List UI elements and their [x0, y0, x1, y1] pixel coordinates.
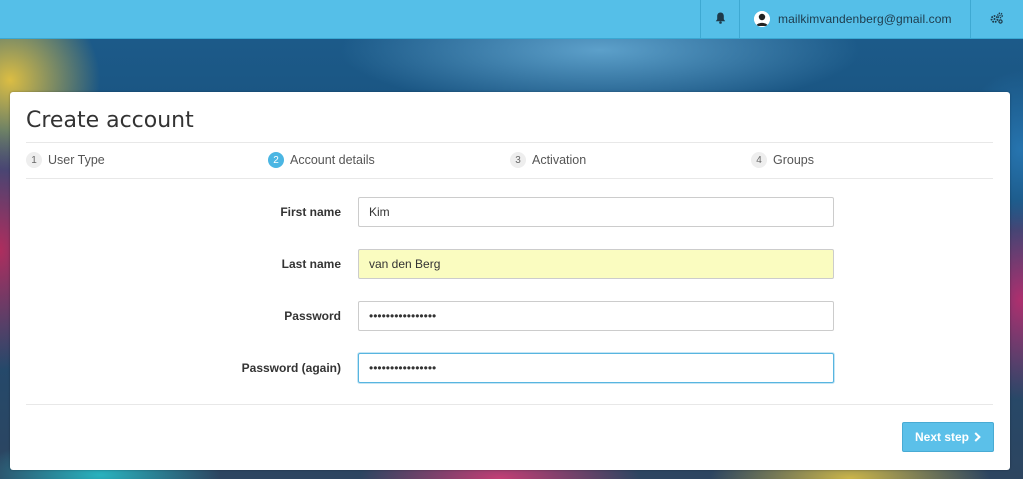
password-again-label: Password (again)	[241, 361, 341, 375]
navbar-right: mailkimvandenberg@gmail.com	[700, 0, 1023, 38]
divider	[26, 178, 993, 179]
step-number: 4	[751, 152, 767, 168]
step-account-details[interactable]: 2 Account details	[268, 152, 375, 168]
user-menu[interactable]: mailkimvandenberg@gmail.com	[739, 0, 970, 38]
page-title: Create account	[26, 108, 194, 133]
step-label: Activation	[532, 153, 587, 167]
top-navbar: mailkimvandenberg@gmail.com	[0, 0, 1023, 39]
page: mailkimvandenberg@gmail.com Create accou…	[0, 0, 1023, 479]
first-name-row: First name	[26, 197, 993, 227]
first-name-field[interactable]	[358, 197, 834, 227]
step-number: 3	[510, 152, 526, 168]
settings-button[interactable]	[970, 0, 1023, 38]
step-groups[interactable]: 4 Groups	[751, 152, 814, 168]
gears-icon	[990, 12, 1004, 27]
step-user-type[interactable]: 1 User Type	[26, 152, 105, 168]
last-name-label: Last name	[281, 257, 341, 271]
next-step-label: Next step	[914, 430, 970, 444]
password-again-field[interactable]	[358, 353, 834, 383]
chevron-right-icon	[974, 432, 981, 442]
divider	[26, 404, 993, 405]
wizard-steps: 1 User Type 2 Account details 3 Activati…	[26, 143, 993, 179]
password-label: Password	[284, 309, 341, 323]
user-email: mailkimvandenberg@gmail.com	[778, 12, 952, 26]
bell-icon	[715, 12, 726, 27]
last-name-row: Last name	[26, 249, 993, 279]
step-number: 1	[26, 152, 42, 168]
notifications-button[interactable]	[700, 0, 739, 38]
next-step-button[interactable]: Next step	[902, 422, 994, 452]
create-account-card: Create account 1 User Type 2 Account det…	[10, 92, 1010, 470]
password-field[interactable]	[358, 301, 834, 331]
user-avatar-icon	[754, 11, 770, 27]
first-name-label: First name	[280, 205, 341, 219]
password-row: Password	[26, 301, 993, 331]
step-label: Groups	[773, 153, 814, 167]
step-number: 2	[268, 152, 284, 168]
last-name-field[interactable]	[358, 249, 834, 279]
password-again-row: Password (again)	[26, 353, 993, 383]
step-label: User Type	[48, 153, 105, 167]
step-label: Account details	[290, 153, 375, 167]
step-activation[interactable]: 3 Activation	[510, 152, 586, 168]
